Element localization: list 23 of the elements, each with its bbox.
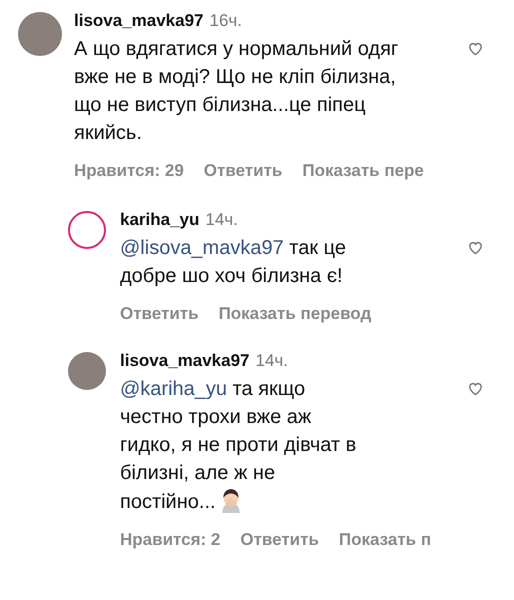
- username[interactable]: kariha_yu: [120, 210, 200, 229]
- avatar[interactable]: [18, 12, 62, 56]
- comment-text: @kariha_yu та якщо честно трохи вже аж гидко, я не проти дівчат в білизні, але ж не постійно...: [120, 377, 358, 515]
- timestamp: 16ч.: [210, 11, 242, 30]
- timestamp: 14ч.: [256, 351, 288, 370]
- translate-link[interactable]: Показать п: [338, 530, 432, 550]
- heart-icon[interactable]: [467, 239, 484, 256]
- username[interactable]: lisova_mavka97: [120, 351, 250, 370]
- heart-icon[interactable]: [467, 40, 484, 57]
- reply-link[interactable]: Ответить: [204, 161, 282, 181]
- avatar[interactable]: [68, 352, 106, 390]
- likes-count[interactable]: Нравится: 29: [74, 161, 184, 181]
- comment-text: А що вдягатися у нормальний одяг вже не в моді? Що не кліп білизна, що не виступ білизна...це піпец якийсь.: [74, 37, 400, 146]
- username[interactable]: lisova_mavka97: [74, 11, 204, 30]
- translate-link[interactable]: Показать перевод: [218, 304, 372, 324]
- likes-count[interactable]: Нравится: 2: [120, 530, 220, 550]
- reply-link[interactable]: Ответить: [120, 304, 199, 324]
- reply-link[interactable]: Ответить: [240, 530, 319, 550]
- translate-link[interactable]: Показать пере: [302, 161, 424, 181]
- avatar[interactable]: [68, 211, 106, 249]
- heart-icon[interactable]: [467, 380, 484, 397]
- timestamp: 14ч.: [205, 210, 238, 229]
- comment-text: @lisova_mavka97 так це добре шо хоч білизна є!: [120, 236, 347, 289]
